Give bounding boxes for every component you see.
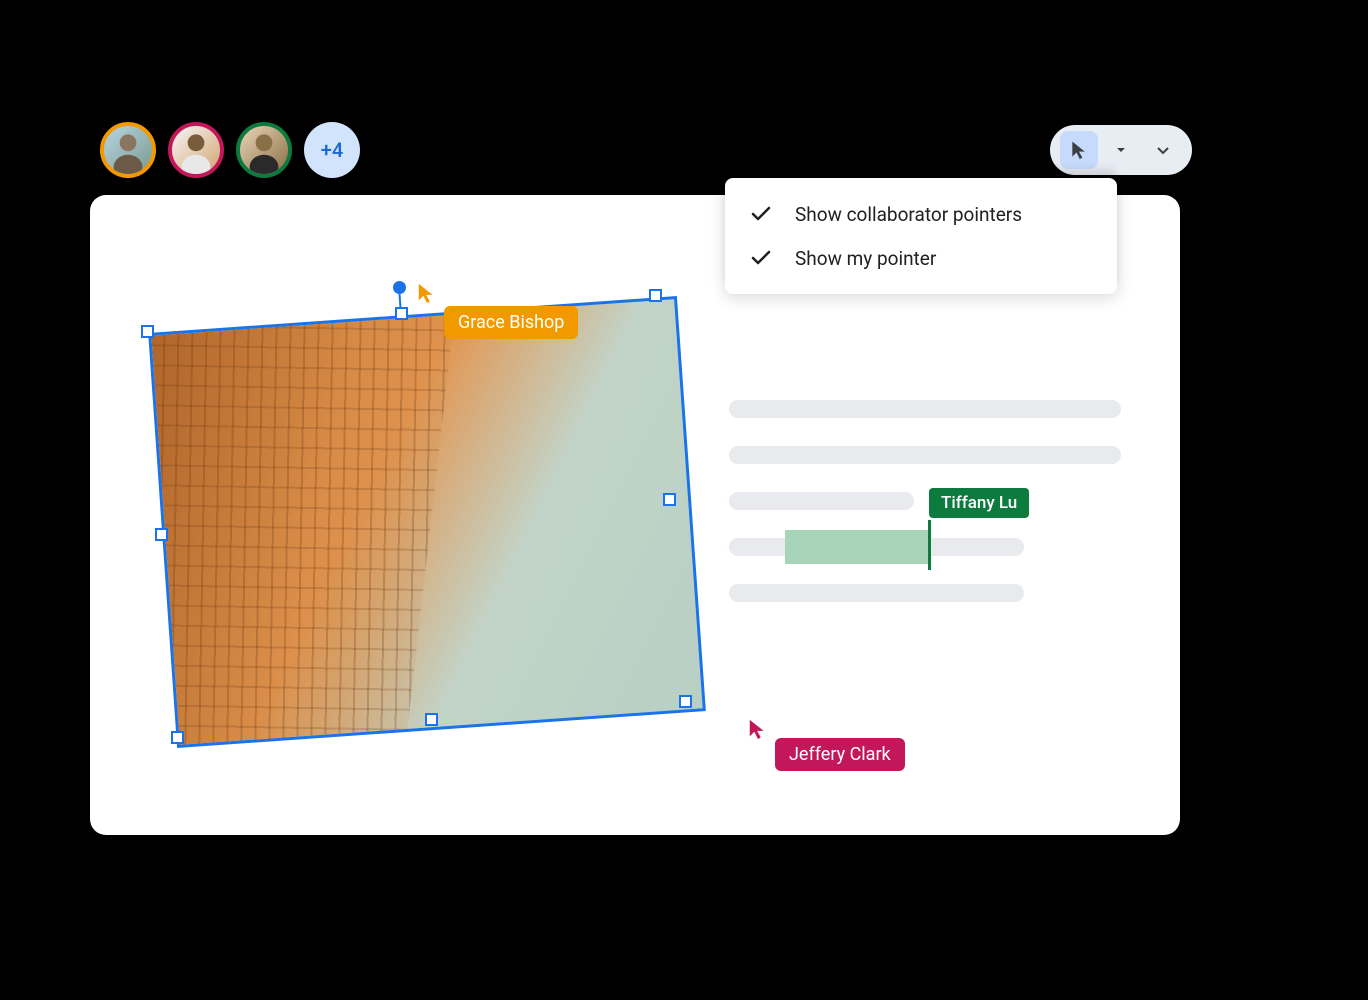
chevron-down-button[interactable] [1144,131,1182,169]
pointer-cursor-icon [416,282,438,304]
avatar-user-3[interactable] [236,122,292,178]
selection-handle-bl[interactable] [171,731,184,744]
menu-item-label: Show collaborator pointers [795,203,1022,226]
pointer-tool-button[interactable] [1060,131,1098,169]
selection-handle-mr[interactable] [663,493,676,506]
collaborator-pointer-grace: Grace Bishop [416,282,578,339]
selection-handle-ml[interactable] [155,528,168,541]
selection-handle-tl[interactable] [141,325,154,338]
selection-handle-br[interactable] [679,695,692,708]
pointer-label: Jeffery Clark [775,738,905,771]
avatar-overflow-count[interactable]: +4 [304,122,360,178]
selected-building-image[interactable] [148,296,706,748]
text-line-placeholder [729,400,1121,418]
avatar-user-1[interactable] [100,122,156,178]
avatar-user-2[interactable] [168,122,224,178]
check-icon [749,246,773,270]
text-line-placeholder [729,492,914,510]
selection-handle-tm[interactable] [395,307,408,320]
dropdown-caret-button[interactable] [1102,131,1140,169]
caret-down-icon [1115,144,1127,156]
text-cursor-caret [928,520,931,570]
pointer-cursor-icon [747,718,769,740]
selection-handle-bm[interactable] [425,713,438,726]
selection-handle-tr[interactable] [649,289,662,302]
text-line-placeholder [729,584,1024,602]
collaborator-avatars: +4 [100,122,360,178]
chevron-down-icon [1155,142,1171,158]
cursor-label-tiffany: Tiffany Lu [929,488,1029,518]
check-icon [749,202,773,226]
menu-item-label: Show my pointer [795,247,936,270]
menu-show-collaborator-pointers[interactable]: Show collaborator pointers [725,192,1117,236]
menu-show-my-pointer[interactable]: Show my pointer [725,236,1117,280]
collaborator-pointer-jeffery: Jeffery Clark [747,718,905,771]
text-line-placeholder [729,446,1121,464]
selected-image-container [163,295,695,725]
pointer-toolbar [1050,125,1192,175]
pointer-label: Grace Bishop [444,306,578,339]
pointer-options-menu: Show collaborator pointers Show my point… [725,178,1117,294]
pointer-tool-icon [1069,140,1089,160]
rotation-handle[interactable] [393,281,406,294]
text-selection-highlight [785,530,928,564]
